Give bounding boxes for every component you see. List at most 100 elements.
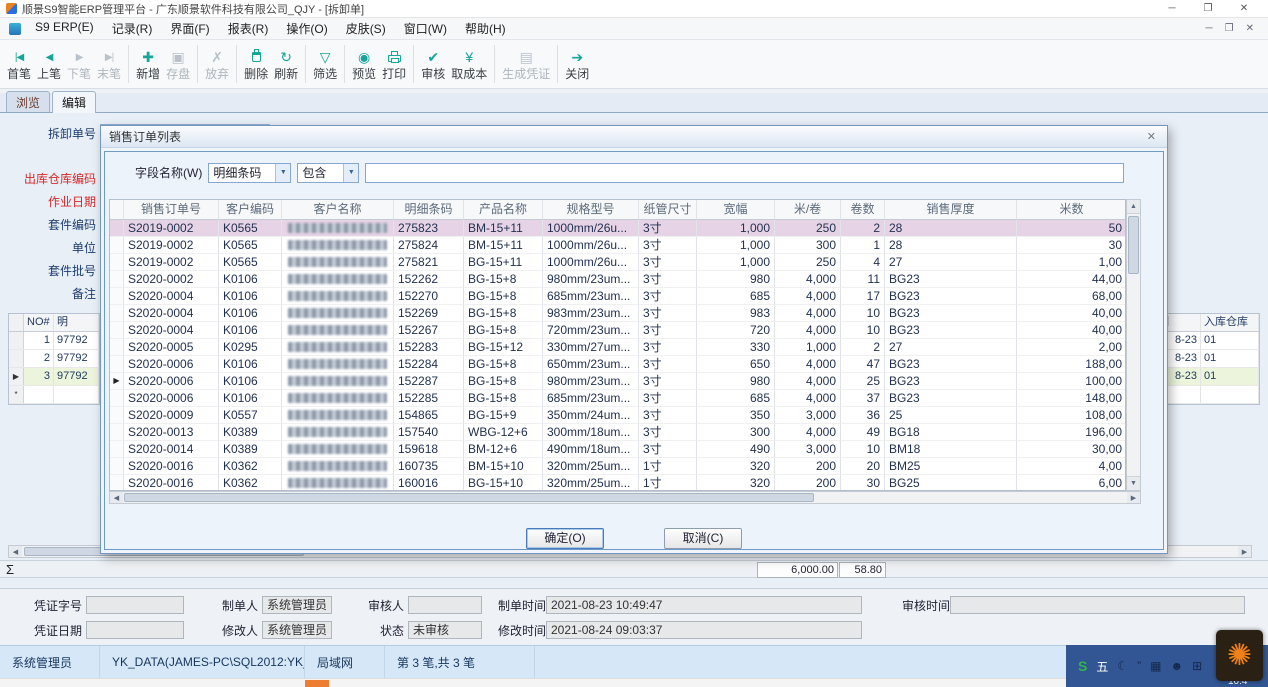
mdi-restore-icon[interactable]: ❐	[1225, 23, 1234, 34]
table-row[interactable]: S2020-0005K0295152283BG-15+12330mm/27um.…	[110, 339, 1125, 356]
cell[interactable]: 300mm/18um...	[543, 424, 639, 441]
cell[interactable]: 330mm/27um...	[543, 339, 639, 356]
row-selector[interactable]	[110, 339, 124, 356]
cell[interactable]: 250	[775, 220, 841, 237]
cell[interactable]: 01	[1201, 368, 1259, 385]
cell[interactable]: 40,00	[1017, 322, 1126, 339]
cell[interactable]	[282, 339, 394, 356]
cell[interactable]: S2020-0004	[124, 305, 219, 322]
cell[interactable]: K0106	[219, 271, 282, 288]
cell[interactable]: 2	[24, 350, 54, 367]
cell[interactable]: S2019-0002	[124, 237, 219, 254]
cell[interactable]: 188,00	[1017, 356, 1126, 373]
cell[interactable]: 250	[775, 254, 841, 271]
cell[interactable]: K0362	[219, 475, 282, 491]
cell[interactable]	[282, 288, 394, 305]
cell[interactable]	[282, 373, 394, 390]
cell[interactable]: K0389	[219, 424, 282, 441]
cell[interactable]: 154865	[394, 407, 464, 424]
table-row[interactable]: S2020-0009K0557154865BG-15+9350mm/24um..…	[110, 407, 1125, 424]
cell[interactable]: 1000mm/26u...	[543, 237, 639, 254]
cell[interactable]: S2020-0002	[124, 271, 219, 288]
cell[interactable]: BM-12+6	[464, 441, 543, 458]
cell[interactable]: 11	[841, 271, 885, 288]
cell[interactable]: 49	[841, 424, 885, 441]
cell[interactable]: BG-15+11	[464, 254, 543, 271]
cell[interactable]: 196,00	[1017, 424, 1126, 441]
row-selector[interactable]	[110, 305, 124, 322]
cell[interactable]: S2020-0016	[124, 475, 219, 491]
cell[interactable]: 3寸	[639, 356, 697, 373]
table-row[interactable]: 197792	[9, 332, 99, 350]
row-selector[interactable]	[110, 407, 124, 424]
cell[interactable]: 37	[841, 390, 885, 407]
footer-field[interactable]	[950, 596, 1245, 614]
cell[interactable]: BG-15+8	[464, 373, 543, 390]
cell[interactable]: 3寸	[639, 305, 697, 322]
cell[interactable]: 17	[841, 288, 885, 305]
moon-icon[interactable]: ☾	[1117, 659, 1128, 673]
horizontal-scrollbar[interactable]: ◀ ▶	[109, 491, 1141, 504]
cell[interactable]: 1寸	[639, 458, 697, 475]
scroll-right-icon[interactable]: ▶	[1238, 546, 1251, 557]
cell[interactable]: WBG-12+6	[464, 424, 543, 441]
cell[interactable]: 980mm/23um...	[543, 271, 639, 288]
row-selector[interactable]: ▶	[110, 373, 124, 390]
cell[interactable]: 152262	[394, 271, 464, 288]
cell[interactable]: BG-15+8	[464, 322, 543, 339]
cell[interactable]: 330	[697, 339, 775, 356]
cell[interactable]	[282, 356, 394, 373]
cell[interactable]: 685	[697, 390, 775, 407]
cell[interactable]: 108,00	[1017, 407, 1126, 424]
cell[interactable]: 3寸	[639, 322, 697, 339]
cell[interactable]: S2020-0006	[124, 390, 219, 407]
row-selector[interactable]	[110, 322, 124, 339]
toolbar-preview-button[interactable]: ◉预览	[349, 42, 379, 86]
cell[interactable]: S2020-0005	[124, 339, 219, 356]
cell[interactable]	[282, 237, 394, 254]
cell[interactable]: 490	[697, 441, 775, 458]
row-selector[interactable]	[110, 475, 124, 491]
cell[interactable]	[282, 220, 394, 237]
cell[interactable]: 152270	[394, 288, 464, 305]
cell[interactable]: 97792	[54, 350, 99, 367]
cell[interactable]: 720mm/23um...	[543, 322, 639, 339]
cell[interactable]: 160016	[394, 475, 464, 491]
menu-item[interactable]: 界面(F)	[161, 18, 218, 39]
cell[interactable]: 650mm/23um...	[543, 356, 639, 373]
cell[interactable]: 1,000	[697, 254, 775, 271]
cell[interactable]: 30	[841, 475, 885, 491]
cell[interactable]: BG-15+8	[464, 356, 543, 373]
cell[interactable]: 3,000	[775, 407, 841, 424]
cell[interactable]: 200	[775, 458, 841, 475]
toolbar-close-button[interactable]: ➔关闭	[562, 42, 592, 86]
cell[interactable]	[282, 475, 394, 491]
cell[interactable]: BG-15+12	[464, 339, 543, 356]
cell[interactable]: 3寸	[639, 339, 697, 356]
mdi-close-icon[interactable]: ✕	[1246, 23, 1254, 34]
cell[interactable]: K0362	[219, 458, 282, 475]
cell[interactable]: 980	[697, 271, 775, 288]
cell[interactable]: 3寸	[639, 220, 697, 237]
toolbar-cost-button[interactable]: ¥取成本	[448, 42, 490, 86]
cell[interactable]: K0565	[219, 220, 282, 237]
column-header[interactable]: 宽幅	[697, 200, 775, 220]
row-selector[interactable]	[110, 237, 124, 254]
taskbar-active-app[interactable]	[305, 680, 329, 687]
cell[interactable]: BG-15+8	[464, 390, 543, 407]
cell[interactable]: 148,00	[1017, 390, 1126, 407]
cell[interactable]: 4,000	[775, 305, 841, 322]
cell[interactable]: K0106	[219, 356, 282, 373]
cell[interactable]: 3寸	[639, 271, 697, 288]
cell[interactable]: 275823	[394, 220, 464, 237]
cell[interactable]: 3寸	[639, 373, 697, 390]
filter-field-select[interactable]: 明细条码 ▼	[208, 163, 291, 183]
cell[interactable]: K0106	[219, 390, 282, 407]
table-row[interactable]: S2020-0002K0106152262BG-15+8980mm/23um..…	[110, 271, 1125, 288]
restore-icon[interactable]: ❐	[1190, 3, 1226, 14]
column-header[interactable]: 纸管尺寸	[639, 200, 697, 220]
toolbar-prev-button[interactable]: ◀上笔	[34, 42, 64, 86]
cell[interactable]	[282, 390, 394, 407]
menu-item[interactable]: 记录(R)	[103, 18, 162, 39]
cell[interactable]: K0106	[219, 288, 282, 305]
